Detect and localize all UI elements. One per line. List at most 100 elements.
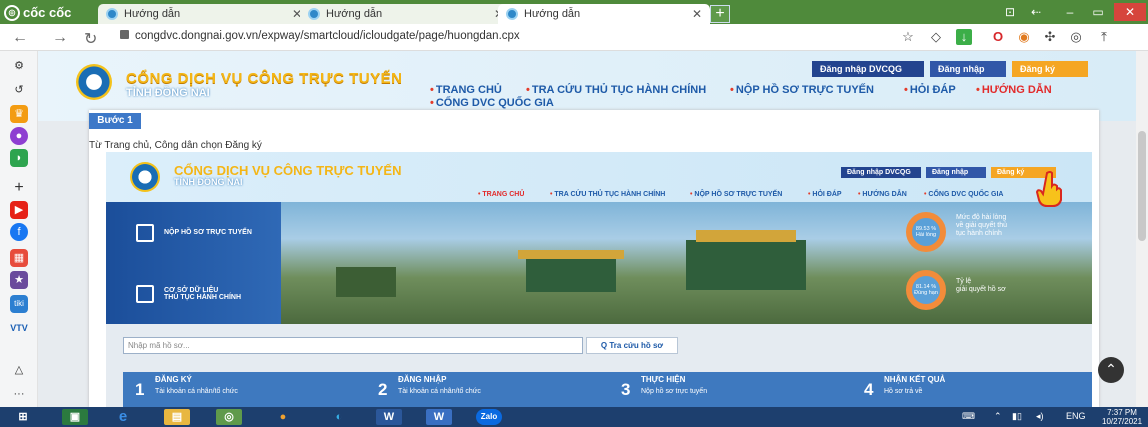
reload-button[interactable]: ↻ <box>84 29 97 49</box>
facebook-icon[interactable]: f <box>10 223 28 241</box>
tab-1[interactable]: Hướng dẫn ✕ <box>98 4 310 24</box>
app-icon[interactable]: ★ <box>10 271 28 289</box>
building-icon <box>136 223 154 242</box>
menu-faq[interactable]: • HỎI ĐÁP <box>904 84 956 96</box>
shot-search-button: Q Tra cứu hồ sơ <box>586 337 678 354</box>
satisfaction-label: Mức độ hài lòng về giải quyết thủ tục hà… <box>956 214 1007 237</box>
zalo-icon[interactable]: Zalo <box>476 409 502 425</box>
edge-icon[interactable]: ◐ <box>326 409 352 425</box>
shot-menu-lookup: • TRA CỨU THỦ TỤC HÀNH CHÍNH <box>550 191 666 198</box>
maximize-button[interactable]: ▭ <box>1084 3 1112 21</box>
register-button[interactable]: Đăng ký <box>1012 61 1088 77</box>
back-button[interactable]: ← <box>12 29 28 47</box>
add-icon[interactable]: + <box>10 179 28 197</box>
coccoc-taskbar-icon[interactable]: ◎ <box>216 409 242 425</box>
menu-submit[interactable]: • NỘP HỒ SƠ TRỰC TUYẾN <box>730 84 874 96</box>
login-dvcqg-button[interactable]: Đăng nhập DVCQG <box>812 61 924 77</box>
news-icon[interactable]: tiki <box>10 295 28 313</box>
coccoc-logo-icon: ◎ <box>4 4 20 21</box>
windows-taskbar: ⊞ ▣ e ▤ ◎ ● ◐ W W Zalo ⌨ ⌃ ▮▯ ◂) ENG 7:3… <box>0 407 1148 427</box>
tab-3[interactable]: Hướng dẫn ✕ <box>498 4 710 24</box>
crown-icon[interactable]: ♛ <box>10 105 28 123</box>
word-doc-icon[interactable]: W <box>426 409 452 425</box>
vtv-icon[interactable]: VTV <box>10 319 28 337</box>
guide-screenshot: CỔNG DỊCH VỤ CÔNG TRỰC TUYẾN TỈNH ĐỒNG N… <box>106 152 1092 407</box>
game-icon[interactable]: ◗ <box>10 149 28 167</box>
temple-shape <box>686 240 806 290</box>
shot-title: CỔNG DỊCH VỤ CÔNG TRỰC TUYẾN <box>174 163 402 178</box>
profile-icon[interactable]: ◎ <box>1068 29 1084 45</box>
dong-nai-emblem-icon[interactable] <box>76 64 112 100</box>
scrollbar-thumb[interactable] <box>1138 131 1146 241</box>
youtube-icon[interactable]: ▶ <box>10 201 28 219</box>
language-indicator[interactable]: ENG <box>1066 411 1086 421</box>
opera-icon[interactable]: O <box>990 29 1006 45</box>
login-button[interactable]: Đăng nhập <box>930 61 1006 77</box>
document-icon <box>136 284 154 303</box>
shot-hero-image: NỘP HỒ SƠ TRỰC TUYẾN CƠ SỞ DỮ LIỆU THỦ TỤ… <box>106 202 1092 324</box>
forward-button[interactable]: → <box>52 29 68 47</box>
page-content: CỔNG DỊCH VỤ CÔNG TRỰC TUYẾN TỈNH ĐỒNG N… <box>38 51 1136 407</box>
pocket-icon[interactable]: ◇ <box>928 29 944 45</box>
menu-guide[interactable]: • HƯỚNG DẪN <box>976 84 1052 96</box>
windows-start-icon[interactable]: ⊞ <box>10 409 36 425</box>
url-text: congdvc.dongnai.gov.vn/expway/smartcloud… <box>135 30 520 42</box>
lock-icon <box>120 30 129 39</box>
minimize-button[interactable]: – <box>1056 3 1084 21</box>
tab-2[interactable]: Hướng dẫn ✕ <box>300 4 512 24</box>
word-icon[interactable]: W <box>376 409 402 425</box>
new-tab-button[interactable]: + <box>710 5 730 23</box>
menu-national-portal[interactable]: • CỔNG DVC QUỐC GIA <box>430 97 554 109</box>
browser-tabbar: ◎ cốc cốc Hướng dẫn ✕ Hướng dẫn ✕ Hướng … <box>0 0 1148 24</box>
download-icon[interactable]: ↓ <box>956 29 972 45</box>
pointer-hand-icon <box>1035 171 1062 207</box>
browser-brand-label: cốc cốc <box>23 5 72 20</box>
satisfaction-donut: 89.53 % Hài lòng <box>906 212 946 252</box>
browser-menu-icon[interactable]: ⊡ <box>1000 3 1020 21</box>
tray-expand-icon[interactable]: ⌃ <box>994 411 1002 422</box>
shot-menu-guide: • HƯỚNG DẪN <box>858 191 907 198</box>
extension-icon[interactable]: ◉ <box>1016 29 1032 45</box>
file-explorer-icon[interactable]: ▤ <box>164 409 190 425</box>
close-window-button[interactable]: ✕ <box>1114 3 1146 21</box>
browser-brand[interactable]: ◎ cốc cốc <box>4 3 94 22</box>
more-icon[interactable]: ··· <box>10 385 28 403</box>
temple-roof-shape <box>518 250 624 259</box>
network-icon[interactable]: ▮▯ <box>1012 411 1022 422</box>
menu-home[interactable]: • TRANG CHỦ <box>430 84 502 96</box>
url-field[interactable]: congdvc.dongnai.gov.vn/expway/smartcloud… <box>120 30 520 42</box>
settings-gear-icon[interactable]: ⚙ <box>10 57 28 75</box>
notification-bell-icon[interactable]: △ <box>10 361 28 379</box>
site-favicon-icon <box>506 8 518 20</box>
calendar-icon[interactable]: ▦ <box>10 249 28 267</box>
shot-step-2: 2 ĐĂNG NHẬP Tài khoản cá nhân/tổ chức <box>378 375 481 399</box>
shot-menu-national: • CỔNG DVC QUỐC GIA <box>924 191 1004 198</box>
ie-icon[interactable]: e <box>110 409 136 425</box>
tab-label: Hướng dẫn <box>326 8 383 20</box>
ontime-label: Tỷ lệ giải quyết hồ sơ <box>956 278 1006 293</box>
browser-sidebar: ⚙ ↺ ♛ ● ◗ + ▶ f ▦ ★ tiki VTV △ ··· <box>0 51 38 407</box>
clock[interactable]: 7:37 PM 10/27/2021 <box>1102 408 1142 426</box>
store-icon[interactable]: ▣ <box>62 409 88 425</box>
chrome-icon[interactable]: ● <box>270 409 296 425</box>
shot-login-dvcqg: Đăng nhập DVCQG <box>841 167 921 178</box>
messenger-icon[interactable]: ● <box>10 127 28 145</box>
temple-roof-shape <box>696 230 796 242</box>
shot-emblem-icon <box>130 162 160 192</box>
temple-shape <box>526 257 616 292</box>
keyboard-icon[interactable]: ⌨ <box>962 411 975 422</box>
history-icon[interactable]: ↺ <box>10 81 28 99</box>
puzzle-icon[interactable]: ✣ <box>1042 29 1058 45</box>
ontime-donut: 81.14 % Đúng hạn <box>906 270 946 310</box>
bookmark-star-icon[interactable]: ☆ <box>900 29 916 45</box>
step-badge: Bước 1 <box>89 113 141 129</box>
scroll-to-top-button[interactable]: ⌃ <box>1098 357 1124 383</box>
shot-header: CỔNG DỊCH VỤ CÔNG TRỰC TUYẾN TỈNH ĐỒNG N… <box>106 152 1092 202</box>
menu-lookup[interactable]: • TRA CỨU THỦ TỤC HÀNH CHÍNH <box>526 84 706 96</box>
shot-subtitle: TỈNH ĐỒNG NAI <box>174 177 243 187</box>
volume-icon[interactable]: ◂) <box>1036 411 1044 422</box>
share-icon[interactable]: ⤒ <box>1096 29 1112 45</box>
page-scrollbar[interactable] <box>1136 51 1148 407</box>
close-tab-icon[interactable]: ✕ <box>692 7 702 21</box>
back-arrow-icon[interactable]: ⇠ <box>1026 3 1046 21</box>
